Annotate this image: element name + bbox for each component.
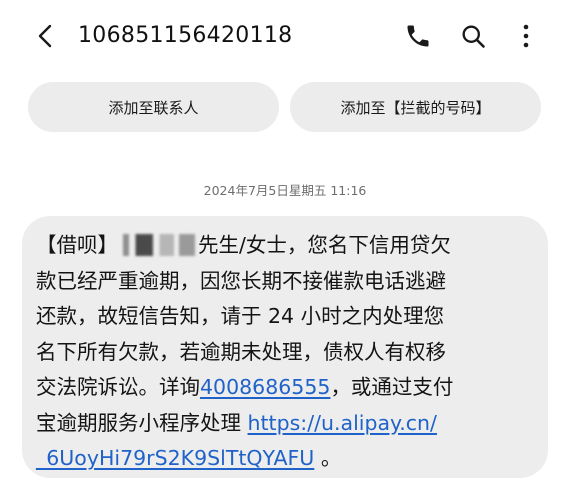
message-text-segment: ，或通过支付 (330, 375, 454, 399)
url-link-part2[interactable]: _6UoyHi79rS2K9SlTtQYAFU (36, 446, 314, 470)
message-text-segment: 交法院诉讼。详询 (36, 375, 200, 399)
more-vertical-icon (523, 24, 529, 48)
message-timestamp: 2024年7月5日星期五 11:16 (203, 183, 367, 198)
message-line: 还款，故短信告知，请于 24 小时之内处理您 (36, 304, 445, 328)
message-line: 【借呗】 先生/女士，您名下信用贷欠 (36, 228, 526, 264)
add-to-blocked-button[interactable]: 添加至【拦截的号码】 (290, 82, 541, 132)
url-link-part1[interactable]: https://u.alipay.cn/ (248, 411, 437, 435)
redacted-name (118, 234, 198, 256)
phone-number-link[interactable]: 4008686555 (200, 375, 330, 399)
back-arrow-icon (38, 24, 52, 48)
search-button[interactable] (455, 18, 491, 54)
message-line: 名下所有欠款，若逾期未处理，债权人有权移 (36, 339, 446, 364)
message-line: 宝逾期服务小程序处理 https://u.alipay.cn/ (36, 406, 526, 442)
add-to-blocked-label: 添加至【拦截的号码】 (340, 98, 491, 117)
more-options-button[interactable] (508, 18, 544, 54)
message-text-segment: 先生/女士，您名下信用贷欠 (198, 233, 451, 257)
message-line: 交法院诉讼。详询4008686555，或通过支付 (36, 370, 526, 406)
message-line: 款已经严重逾期，因您长期不接催款电话逃避 (36, 268, 446, 293)
add-to-contacts-label: 添加至联系人 (108, 98, 199, 117)
message-sender-tag: 【借呗】 (36, 233, 118, 257)
search-icon (462, 25, 485, 48)
add-to-contacts-button[interactable]: 添加至联系人 (28, 82, 279, 132)
call-button[interactable] (400, 18, 436, 54)
top-app-bar: 10685115642011​8 (0, 0, 570, 72)
message-text-segment: 宝逾期服务小程序处理 (36, 410, 248, 435)
message-text: 【借呗】 先生/女士，您名下信用贷欠 款已经严重逾期，因您长期不接催款电话逃避 还… (36, 228, 526, 477)
message-text-segment: 。 (314, 446, 342, 470)
phone-icon (407, 25, 429, 47)
back-button[interactable] (28, 18, 64, 54)
message-line: _6UoyHi79rS2K9SlTtQYAFU 。 (36, 441, 526, 477)
sender-number-title: 10685115642011​8 (78, 23, 293, 48)
